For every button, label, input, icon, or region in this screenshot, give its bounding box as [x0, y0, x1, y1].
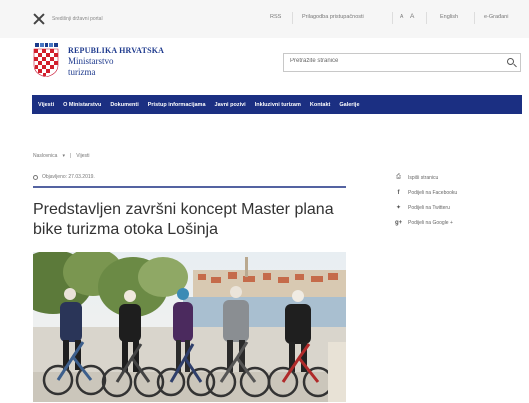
nav-item-vijesti[interactable]: Vijesti — [38, 102, 54, 108]
top-utility-bar: Središnji državni portal RSS Prilagodba … — [0, 0, 529, 38]
breadcrumb-separator: | — [69, 153, 72, 159]
breadcrumb: Naslovnica ▾ | Vijesti — [33, 153, 90, 159]
nav-item-inkluzivni-turizam[interactable]: Inkluzivni turizam — [255, 102, 301, 108]
nav-item-javni-pozivi[interactable]: Javni pozivi — [215, 102, 246, 108]
print-page-link[interactable]: ⎙ Ispiši stranicu — [395, 170, 457, 185]
nav-item-pristup-informacijama[interactable]: Pristup informacijama — [148, 102, 206, 108]
divider — [292, 12, 293, 24]
divider — [474, 12, 475, 24]
english-language-link[interactable]: English — [440, 14, 458, 20]
share-google-link[interactable]: g+ Podijeli na Google + — [395, 215, 457, 230]
search-box — [283, 53, 521, 72]
share-facebook-link[interactable]: f Podijeli na Facebooku — [395, 185, 458, 200]
search-icon[interactable] — [507, 58, 514, 65]
font-size-small-button[interactable]: A — [400, 14, 403, 20]
twitter-icon: ✦ — [395, 205, 402, 211]
gov-portal-link[interactable]: Središnji državni portal — [32, 12, 103, 26]
share-twitter-label: Podijeli na Twitteru — [408, 204, 450, 211]
google-plus-icon: g+ — [395, 219, 403, 226]
divider — [426, 12, 427, 24]
e-gradani-link[interactable]: e-Građani — [484, 14, 508, 20]
rss-link[interactable]: RSS — [270, 14, 281, 20]
main-navigation: Vijesti O Ministarstvu Dokumenti Pristup… — [32, 95, 522, 114]
ministry-brand[interactable]: REPUBLIKA HRVATSKA Ministarstvo turizma — [68, 46, 164, 77]
article-title: Predstavljen završni koncept Master plan… — [33, 201, 334, 238]
brand-tourism-label: turizma — [68, 67, 96, 77]
facebook-icon: f — [397, 189, 400, 196]
printer-icon: ⎙ — [396, 174, 401, 180]
brand-republic-label: REPUBLIKA HRVATSKA — [68, 46, 165, 55]
nav-item-dokumenti[interactable]: Dokumenti — [110, 102, 138, 108]
nav-item-o-ministarstvu[interactable]: O Ministarstvu — [63, 102, 101, 108]
gov-portal-label: Središnji državni portal — [52, 16, 103, 22]
breadcrumb-home-link[interactable]: Naslovnica — [33, 153, 57, 159]
gov-portal-icon — [32, 12, 46, 26]
croatian-coat-of-arms-logo[interactable] — [33, 43, 59, 77]
nav-item-galerije[interactable]: Galerije — [339, 102, 359, 108]
publish-date-text: Objavljeno: 27.03.2019. — [42, 174, 95, 180]
title-divider — [33, 186, 346, 188]
print-page-label: Ispiši stranicu — [408, 174, 439, 181]
chevron-down-icon: ▾ — [62, 153, 65, 159]
share-facebook-label: Podijeli na Facebooku — [408, 189, 458, 196]
share-google-label: Podijeli na Google + — [408, 219, 453, 226]
publish-date: Objavljeno: 27.03.2019. — [33, 174, 95, 180]
divider — [392, 12, 393, 24]
breadcrumb-current: Vijesti — [76, 153, 90, 159]
share-links: ⎙ Ispiši stranicu f Podijeli na Facebook… — [395, 170, 457, 230]
brand-ministry-label: Ministarstvo — [68, 56, 114, 66]
clock-icon — [33, 174, 38, 180]
search-input[interactable] — [290, 58, 490, 64]
article-photo[interactable] — [33, 252, 346, 402]
accessibility-link[interactable]: Prilagodba pristupačnosti — [302, 14, 364, 20]
share-twitter-link[interactable]: ✦ Podijeli na Twitteru — [395, 200, 457, 215]
font-size-large-button[interactable]: A — [410, 13, 414, 20]
nav-item-kontakt[interactable]: Kontakt — [310, 102, 330, 108]
